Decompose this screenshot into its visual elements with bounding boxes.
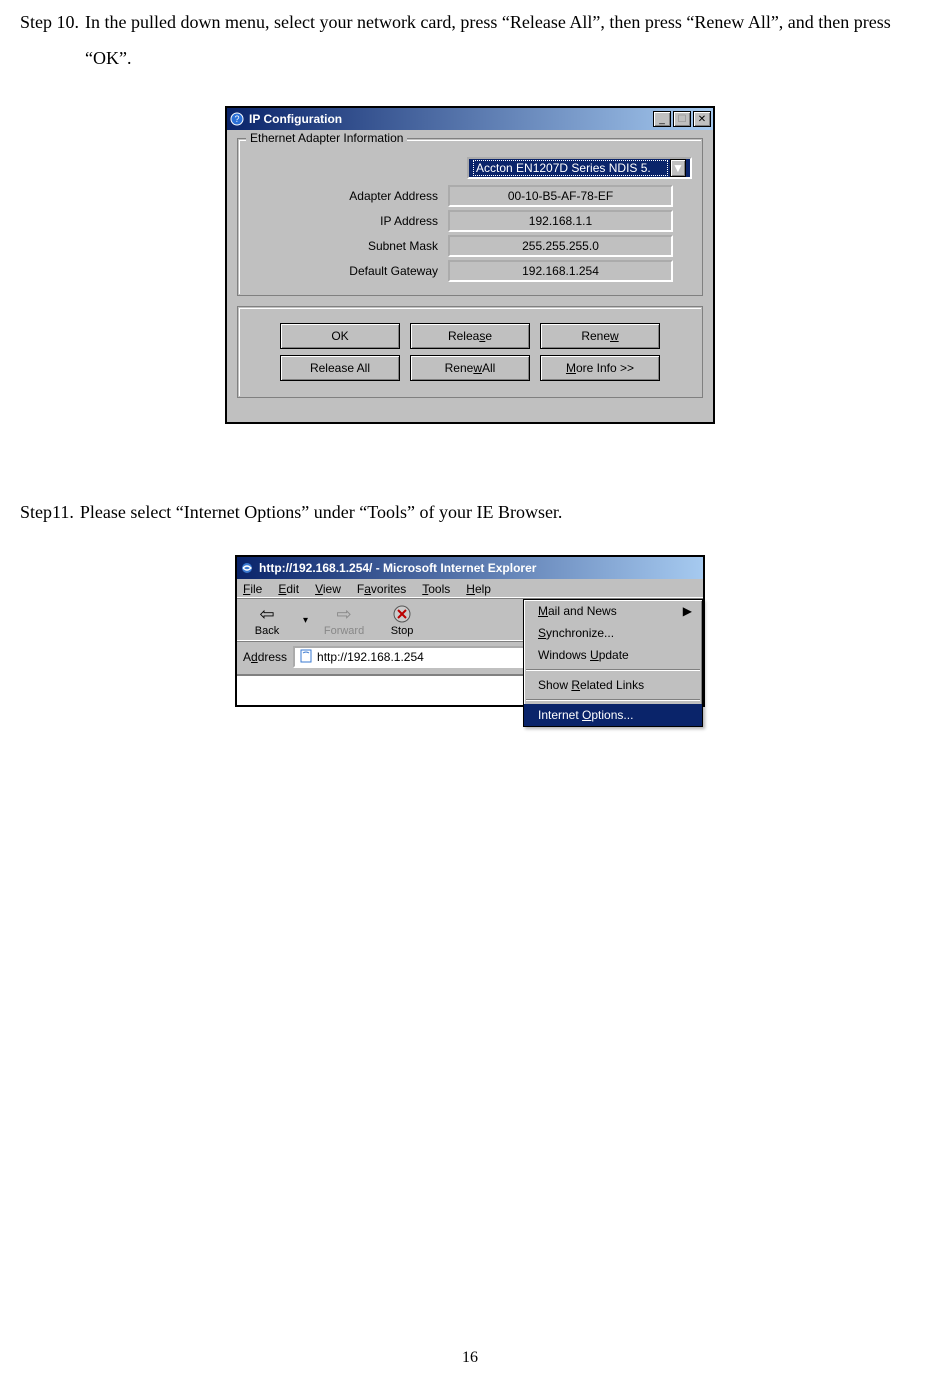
- toolbar-dropdown-icon[interactable]: ▾: [301, 615, 310, 626]
- ie-title: http://192.168.1.254/ - Microsoft Intern…: [259, 561, 701, 575]
- stop-icon: [393, 603, 411, 625]
- forward-arrow-icon: ⇨: [336, 603, 351, 625]
- step-10-body: In the pulled down menu, select your net…: [79, 4, 920, 76]
- release-button[interactable]: Release: [410, 323, 530, 349]
- ie-titlebar: http://192.168.1.254/ - Microsoft Intern…: [237, 557, 703, 579]
- back-arrow-icon: ⇦: [259, 603, 274, 625]
- menu-help[interactable]: Help: [466, 582, 491, 596]
- ie-icon: [239, 560, 255, 576]
- step-10: Step 10. In the pulled down menu, select…: [20, 4, 920, 76]
- menu-file[interactable]: File: [243, 582, 262, 596]
- ip-configuration-window: ? IP Configuration _ ☐ ✕ Ethernet Adapte…: [225, 106, 715, 424]
- renew-all-button[interactable]: Renew All: [410, 355, 530, 381]
- submenu-arrow-icon: ▶: [683, 604, 692, 618]
- ipcfg-title: IP Configuration: [249, 112, 653, 126]
- menu-mail-and-news[interactable]: Mail and News ▶: [524, 600, 702, 622]
- close-button[interactable]: ✕: [693, 111, 711, 127]
- ie-window: http://192.168.1.254/ - Microsoft Intern…: [235, 555, 705, 707]
- minimize-button[interactable]: _: [653, 111, 671, 127]
- release-all-button[interactable]: Release All: [280, 355, 400, 381]
- menu-separator: [526, 699, 700, 701]
- default-gateway-label: Default Gateway: [248, 264, 448, 278]
- menu-show-related-links[interactable]: Show Related Links: [524, 674, 702, 696]
- forward-button[interactable]: ⇨ Forward: [320, 603, 368, 637]
- page-number: 16: [0, 1349, 940, 1367]
- chevron-down-icon[interactable]: ▼: [670, 159, 686, 177]
- stop-button[interactable]: Stop: [378, 603, 426, 637]
- ip-address-label: IP Address: [248, 214, 448, 228]
- subnet-mask-value: 255.255.255.0: [448, 235, 673, 257]
- step-11-label: Step11.: [20, 494, 74, 530]
- ethernet-adapter-label: Ethernet Adapter Information: [246, 131, 407, 145]
- menu-internet-options[interactable]: Internet Options...: [524, 704, 702, 726]
- subnet-mask-label: Subnet Mask: [248, 239, 448, 253]
- menu-tools[interactable]: Tools: [422, 582, 450, 596]
- step-11-body: Please select “Internet Options” under “…: [74, 494, 563, 530]
- ie-toolbar: ⇦ Back ▾ ⇨ Forward Stop Mail a: [237, 599, 703, 642]
- ipcfg-titlebar: ? IP Configuration _ ☐ ✕: [227, 108, 713, 130]
- menu-favorites[interactable]: Favorites: [357, 582, 406, 596]
- maximize-button[interactable]: ☐: [673, 111, 691, 127]
- adapter-address-label: Adapter Address: [248, 189, 448, 203]
- renew-button[interactable]: Renew: [540, 323, 660, 349]
- menu-synchronize[interactable]: Synchronize...: [524, 622, 702, 644]
- menu-separator: [526, 669, 700, 671]
- menu-windows-update[interactable]: Windows Update: [524, 644, 702, 666]
- menu-view[interactable]: View: [315, 582, 341, 596]
- more-info-button[interactable]: More Info >>: [540, 355, 660, 381]
- ok-button[interactable]: OK: [280, 323, 400, 349]
- page-icon: [299, 649, 313, 666]
- adapter-address-value: 00-10-B5-AF-78-EF: [448, 185, 673, 207]
- tools-menu: Mail and News ▶ Synchronize... Windows U…: [523, 599, 703, 727]
- step-11: Step11. Please select “Internet Options”…: [20, 494, 920, 530]
- ipcfg-icon: ?: [229, 111, 245, 127]
- ie-menubar: File Edit View Favorites Tools Help: [237, 579, 703, 599]
- default-gateway-value: 192.168.1.254: [448, 260, 673, 282]
- address-value: http://192.168.1.254: [317, 650, 424, 664]
- ipcfg-button-group: OK Release Renew Release All Renew All M…: [237, 306, 703, 398]
- address-label: Address: [243, 650, 287, 664]
- step-10-label: Step 10.: [20, 4, 79, 76]
- adapter-select[interactable]: Accton EN1207D Series NDIS 5. ▼: [467, 157, 692, 179]
- ip-address-value: 192.168.1.1: [448, 210, 673, 232]
- ethernet-adapter-group: Ethernet Adapter Information Accton EN12…: [237, 138, 703, 296]
- adapter-selected-text: Accton EN1207D Series NDIS 5.: [473, 160, 668, 176]
- back-button[interactable]: ⇦ Back: [243, 603, 291, 637]
- menu-edit[interactable]: Edit: [278, 582, 299, 596]
- svg-text:?: ?: [234, 114, 239, 124]
